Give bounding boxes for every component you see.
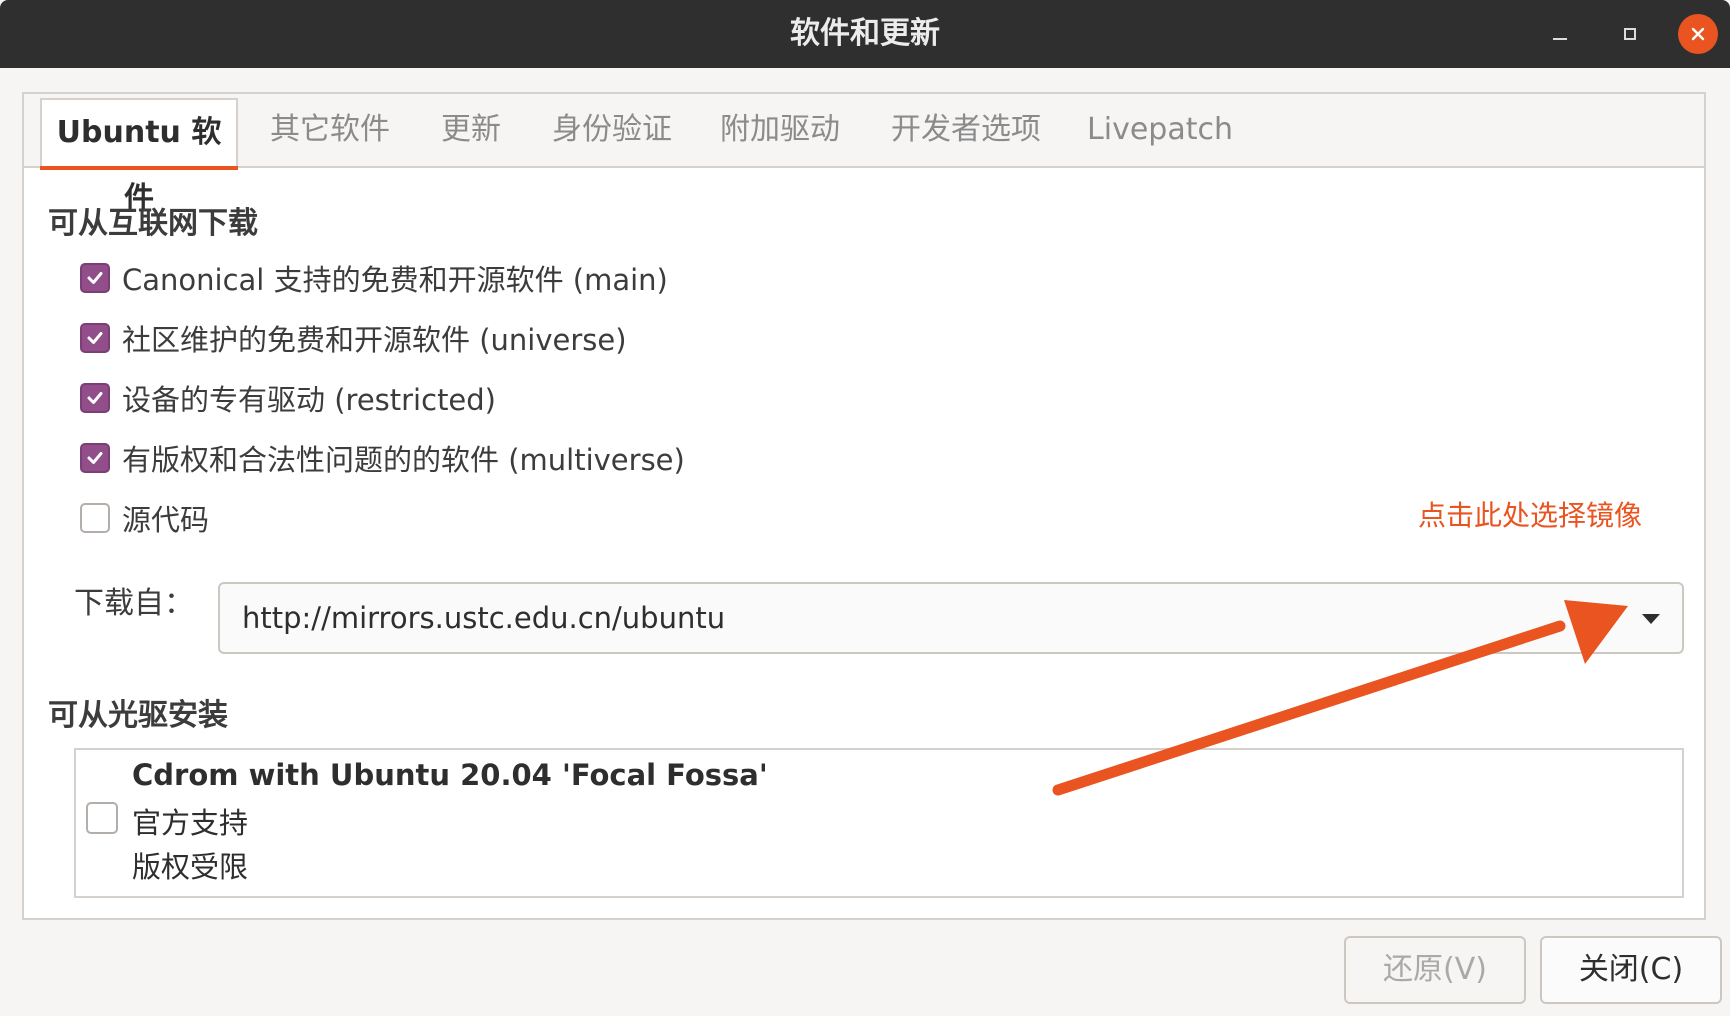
revert-button[interactable]: 还原(V) bbox=[1344, 936, 1526, 1004]
annotation-arrow bbox=[1052, 600, 1628, 796]
close-button[interactable]: 关闭(C) bbox=[1540, 936, 1722, 1004]
